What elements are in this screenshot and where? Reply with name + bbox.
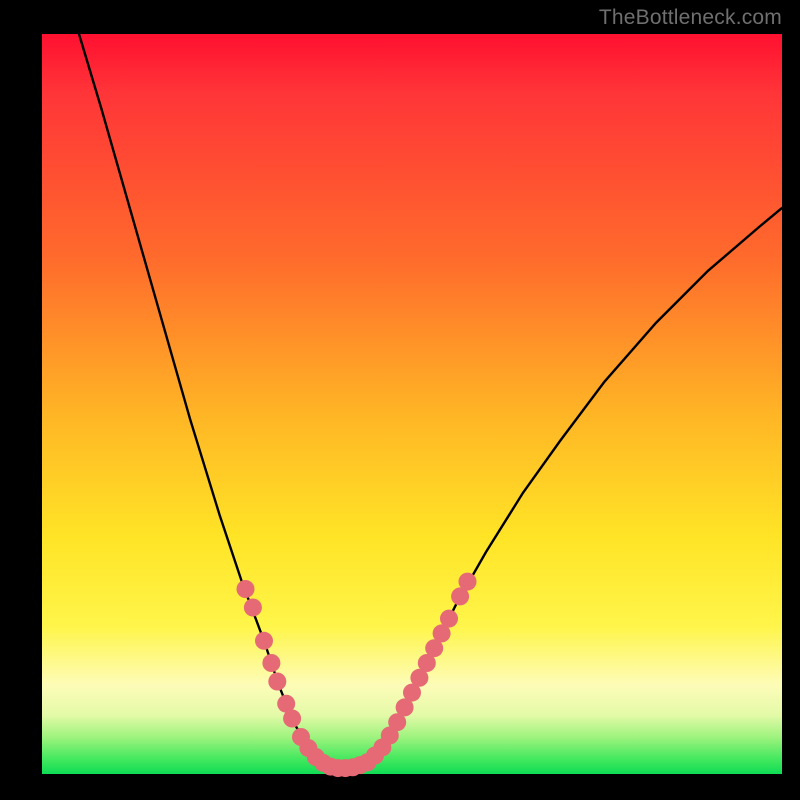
- data-marker: [283, 710, 301, 728]
- watermark-text: TheBottleneck.com: [599, 6, 782, 30]
- data-marker: [268, 673, 286, 691]
- data-marker: [440, 610, 458, 628]
- data-marker: [262, 654, 280, 672]
- chart-svg: [42, 34, 782, 774]
- data-marker: [237, 580, 255, 598]
- plot-area: [42, 34, 782, 774]
- data-markers: [237, 573, 477, 778]
- data-marker: [459, 573, 477, 591]
- data-marker: [244, 599, 262, 617]
- data-marker: [255, 632, 273, 650]
- chart-frame: TheBottleneck.com: [0, 0, 800, 800]
